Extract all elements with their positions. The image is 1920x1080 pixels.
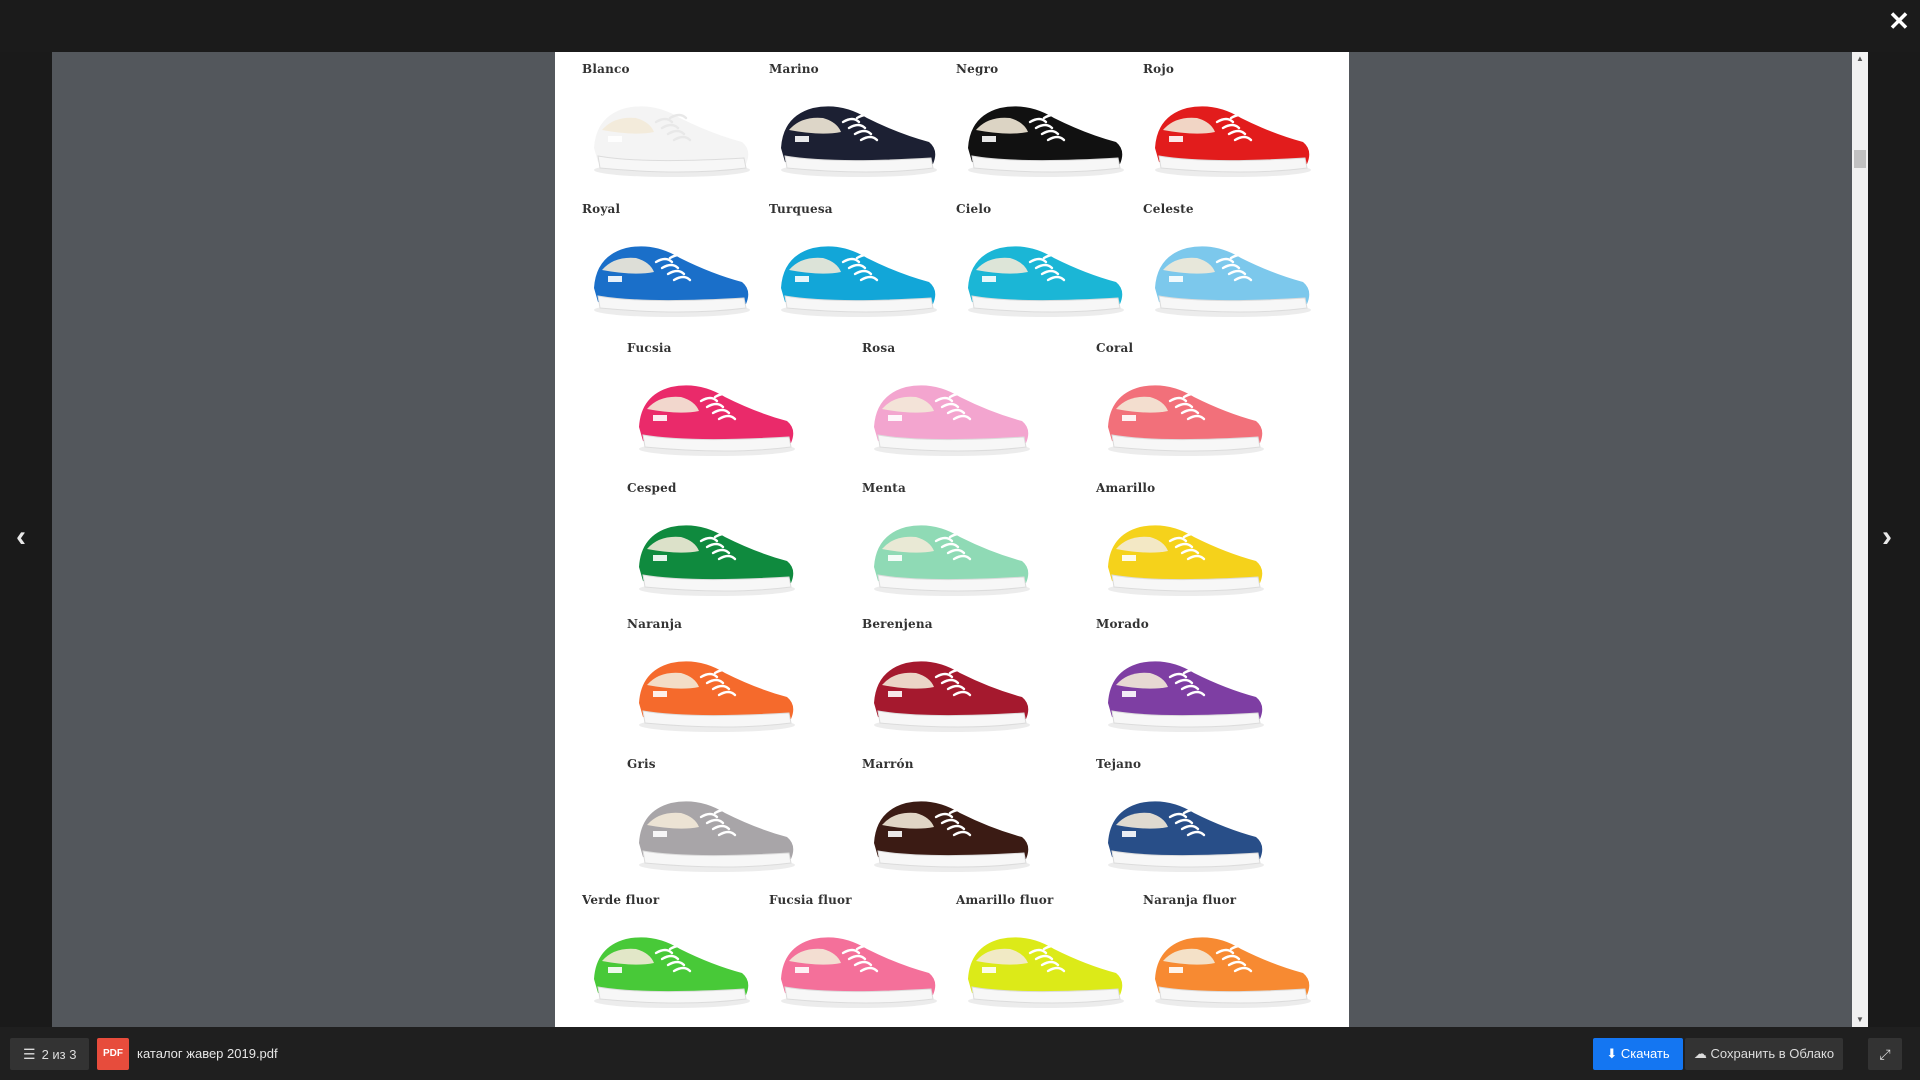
shoe-color-item: Naranja [625,615,805,745]
shoe-image [1108,661,1264,732]
shoe-color-item: Negro [954,60,1134,190]
shoe-color-name: Naranja fluor [1143,893,1237,907]
shoe-image [1155,937,1311,1008]
shoe-image [1108,385,1264,456]
close-icon[interactable]: ✕ [1888,8,1910,34]
pages-button[interactable]: ☰ 2 из 3 [10,1038,90,1070]
shoe-color-item: Cesped [625,479,805,609]
shoe-color-name: Celeste [1143,202,1194,216]
shoe-color-item: Fucsia fluor [767,891,947,1021]
cloud-icon: ☁ [1693,1046,1707,1061]
shoe-image [594,246,750,317]
shoe-color-item: Gris [625,755,805,885]
save-to-cloud-button[interactable]: ☁ Сохранить в Облако [1685,1038,1843,1070]
shoe-image [874,385,1030,456]
shoe-color-name: Cesped [627,481,677,495]
shoe-color-name: Coral [1096,341,1134,355]
shoe-color-name: Royal [582,202,621,216]
shoe-color-name: Rojo [1143,62,1175,76]
shoe-image [1155,246,1311,317]
shoe-image [639,801,795,872]
shoe-color-item: Turquesa [767,200,947,330]
shoe-color-item: Naranja fluor [1141,891,1321,1021]
shoe-color-name: Morado [1096,617,1149,631]
shoe-color-name: Berenjena [862,617,933,631]
shoe-image [874,661,1030,732]
shoe-image [594,106,750,177]
bottom-bar: ☰ 2 из 3 PDF каталог жавер 2019.pdf ⬇ Ска… [0,1027,1920,1080]
document-viewer[interactable]: Blanco Marino Negro Rojo Royal Turquesa … [52,52,1868,1027]
shoe-color-name: Marrón [862,757,914,771]
shoe-color-item: Cielo [954,200,1134,330]
shoe-color-item: Tejano [1094,755,1274,885]
shoe-color-item: Celeste [1141,200,1321,330]
shoe-color-item: Royal [580,200,760,330]
shoe-color-item: Morado [1094,615,1274,745]
shoe-image [594,937,750,1008]
shoe-color-name: Blanco [582,62,630,76]
shoe-image [639,661,795,732]
top-bar: ✕ [0,0,1920,52]
shoe-color-name: Fucsia [627,341,672,355]
shoe-color-item: Rosa [860,339,1040,469]
pages-label: 2 из 3 [41,1047,77,1062]
scrollbar[interactable]: ▲ ▼ [1852,52,1868,1027]
shoe-image [1155,106,1311,177]
shoe-image [1108,525,1264,596]
shoe-image [781,246,937,317]
scroll-down-arrow-icon[interactable]: ▼ [1852,1013,1868,1027]
file-name: каталог жавер 2019.pdf [137,1046,278,1061]
shoe-image [968,246,1124,317]
shoe-image [639,385,795,456]
shoe-color-name: Naranja [627,617,683,631]
shoe-color-name: Cielo [956,202,992,216]
shoe-color-name: Rosa [862,341,896,355]
pdf-file-icon: PDF [97,1038,129,1070]
shoe-image [781,937,937,1008]
download-label: Скачать [1620,1046,1670,1061]
shoe-color-item: Menta [860,479,1040,609]
download-icon: ⬇ [1606,1046,1618,1061]
shoe-color-item: Coral [1094,339,1274,469]
scroll-up-arrow-icon[interactable]: ▲ [1852,52,1868,66]
shoe-color-name: Turquesa [769,202,833,216]
shoe-image [968,106,1124,177]
shoe-color-item: Amarillo [1094,479,1274,609]
shoe-image [781,106,937,177]
chevron-left-icon[interactable]: ‹ [16,520,26,554]
shoe-color-name: Fucsia fluor [769,893,852,907]
shoe-color-name: Amarillo [1096,481,1156,495]
pdf-page: Blanco Marino Negro Rojo Royal Turquesa … [555,52,1349,1027]
shoe-color-item: Blanco [580,60,760,190]
shoe-color-name: Negro [956,62,999,76]
menu-icon: ☰ [23,1046,36,1062]
download-button[interactable]: ⬇ Скачать [1593,1038,1683,1070]
shoe-image [874,525,1030,596]
shoe-color-item: Rojo [1141,60,1321,190]
shoe-color-name: Gris [627,757,656,771]
shoe-image [639,525,795,596]
shoe-image [968,937,1124,1008]
chevron-right-icon[interactable]: › [1882,520,1892,554]
shoe-image [1108,801,1264,872]
shoe-color-item: Berenjena [860,615,1040,745]
shoe-color-item: Marrón [860,755,1040,885]
shoe-color-name: Marino [769,62,819,76]
fullscreen-icon[interactable]: ⤢ [1868,1038,1902,1070]
shoe-color-item: Verde fluor [580,891,760,1021]
shoe-image [874,801,1030,872]
shoe-color-name: Tejano [1096,757,1142,771]
shoe-color-item: Amarillo fluor [954,891,1134,1021]
shoe-color-name: Menta [862,481,906,495]
shoe-color-name: Verde fluor [582,893,660,907]
shoe-color-item: Fucsia [625,339,805,469]
scroll-thumb[interactable] [1854,150,1866,168]
cloud-label: Сохранить в Облако [1710,1046,1835,1061]
shoe-color-name: Amarillo fluor [956,893,1054,907]
shoe-color-item: Marino [767,60,947,190]
